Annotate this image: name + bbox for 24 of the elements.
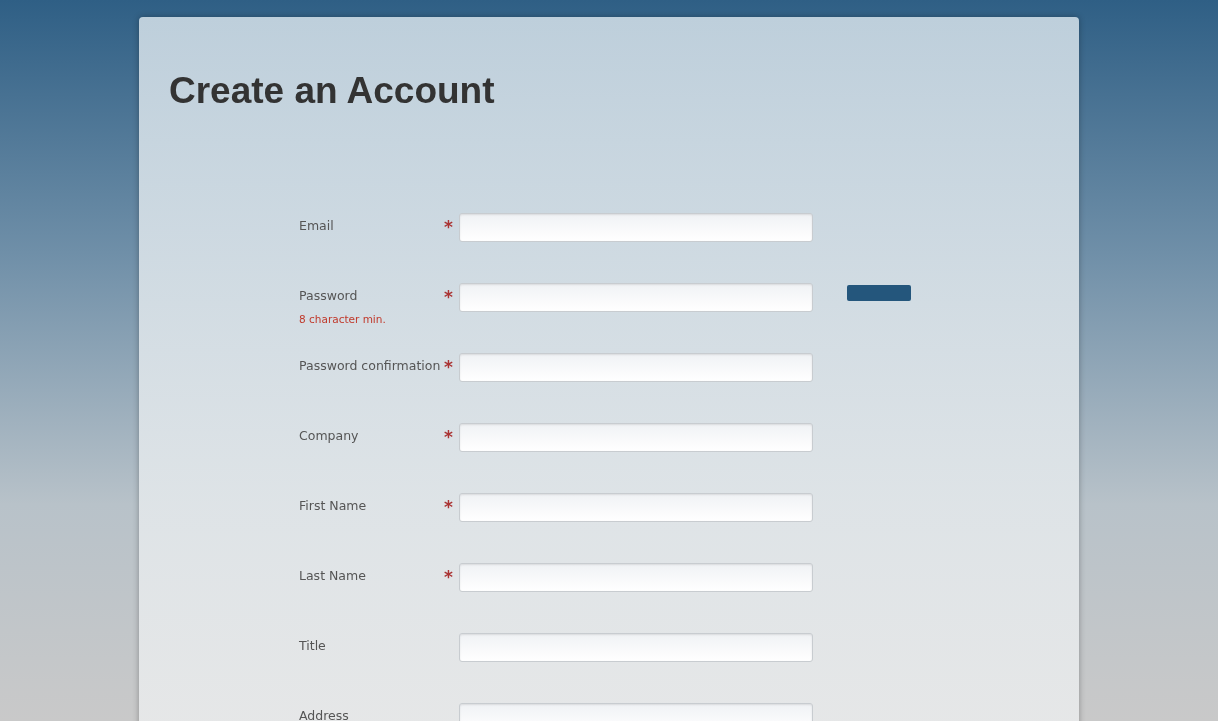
text-field[interactable] — [459, 493, 813, 522]
field-label: Email — [299, 217, 334, 234]
text-field[interactable] — [459, 563, 813, 592]
page-title: Create an Account — [169, 71, 495, 111]
text-field[interactable] — [459, 283, 813, 312]
field-label: Password confirmation — [299, 357, 441, 374]
text-field[interactable] — [459, 353, 813, 382]
required-asterisk: * — [444, 287, 453, 307]
text-field[interactable] — [459, 213, 813, 242]
required-asterisk: * — [444, 497, 453, 517]
required-asterisk: * — [444, 427, 453, 447]
field-label: Title — [299, 637, 326, 654]
hint-text: 8 character min. — [299, 312, 386, 326]
required-asterisk: * — [444, 567, 453, 587]
required-asterisk: * — [444, 357, 453, 377]
field-label: First Name — [299, 497, 367, 514]
strength-bar — [847, 285, 911, 301]
text-field[interactable] — [459, 633, 813, 662]
field-label: Last Name — [299, 567, 366, 584]
text-field[interactable] — [459, 423, 813, 452]
field-label: Password — [299, 287, 358, 304]
field-label: Company — [299, 427, 359, 444]
field-label: Address — [299, 707, 349, 721]
required-asterisk: * — [444, 217, 453, 237]
